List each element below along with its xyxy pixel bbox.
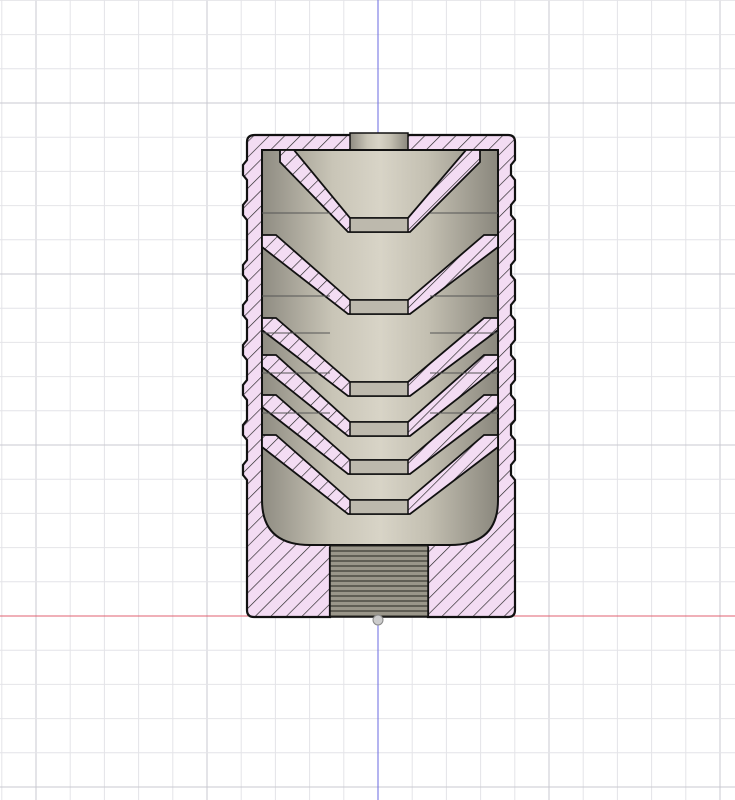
viewport-canvas[interactable] bbox=[0, 0, 735, 800]
top-bore bbox=[349, 132, 409, 152]
threaded-bore bbox=[329, 544, 429, 618]
baffle-bore bbox=[349, 499, 409, 515]
origin-point-icon bbox=[372, 614, 384, 626]
baffle-bore bbox=[349, 217, 409, 233]
baffle-bore bbox=[349, 299, 409, 315]
cad-viewport[interactable] bbox=[0, 0, 735, 800]
section-body bbox=[241, 132, 517, 626]
baffle-bore bbox=[349, 381, 409, 397]
baffle-bore bbox=[349, 421, 409, 437]
baffle-bore bbox=[349, 459, 409, 475]
